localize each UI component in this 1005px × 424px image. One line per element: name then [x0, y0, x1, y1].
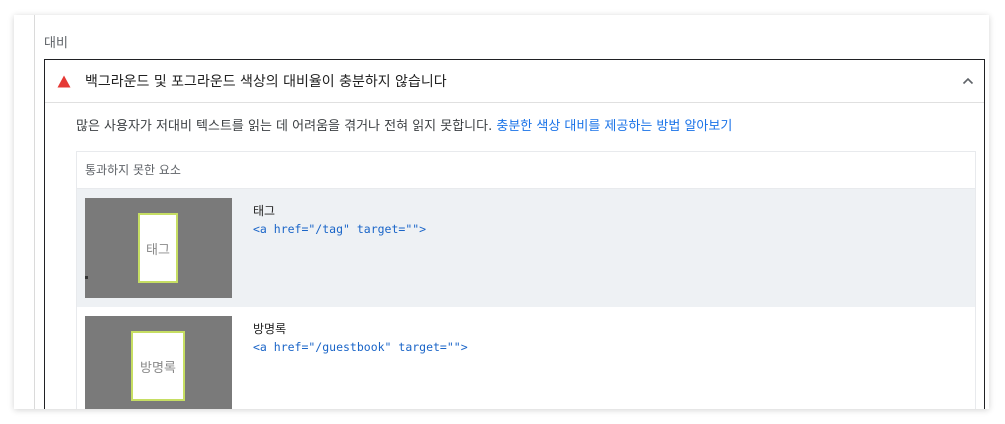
element-screenshot: 태그 — [85, 198, 232, 298]
audit-description-text: 많은 사용자가 저대비 텍스트를 읽는 데 어려움을 겪거나 전혀 읽지 못합니… — [76, 119, 493, 134]
lighthouse-card: 대비 백그라운드 및 포그라운드 색상의 대비율이 충분하지 않습니다 많은 사… — [14, 15, 989, 409]
table-row[interactable]: 방명록 방명록 <a href="/guestbook" target=""> — [77, 307, 975, 409]
learn-more-link[interactable]: 충분한 색상 대비를 제공하는 방법 알아보기 — [496, 119, 732, 134]
table-header: 통과하지 못한 요소 — [77, 152, 975, 189]
audit-description: 많은 사용자가 저대비 텍스트를 읽는 데 어려움을 겪거나 전혀 읽지 못합니… — [76, 115, 732, 134]
section-label: 대비 — [44, 36, 68, 51]
chevron-up-icon[interactable] — [960, 73, 976, 89]
node-label: 태그 — [253, 204, 276, 218]
node-label: 방명록 — [253, 322, 287, 336]
audit-header[interactable]: 백그라운드 및 포그라운드 색상의 대비율이 충분하지 않습니다 — [45, 60, 984, 103]
category-rail — [34, 15, 35, 409]
element-screenshot: 방명록 — [85, 316, 232, 409]
cursor-dot — [85, 276, 88, 279]
node-snippet[interactable]: <a href="/tag" target=""> — [253, 222, 426, 236]
element-highlight: 태그 — [138, 213, 178, 283]
contrast-audit: 백그라운드 및 포그라운드 색상의 대비율이 충분하지 않습니다 많은 사용자가… — [44, 59, 985, 409]
warning-triangle-icon — [57, 74, 71, 88]
audit-title: 백그라운드 및 포그라운드 색상의 대비율이 충분하지 않습니다 — [85, 74, 447, 90]
table-row[interactable]: 태그 태그 <a href="/tag" target=""> — [77, 189, 975, 307]
node-snippet[interactable]: <a href="/guestbook" target=""> — [253, 340, 468, 354]
failing-elements-table: 통과하지 못한 요소 태그 태그 <a href="/tag" target="… — [76, 151, 976, 409]
element-highlight: 방명록 — [131, 331, 185, 401]
